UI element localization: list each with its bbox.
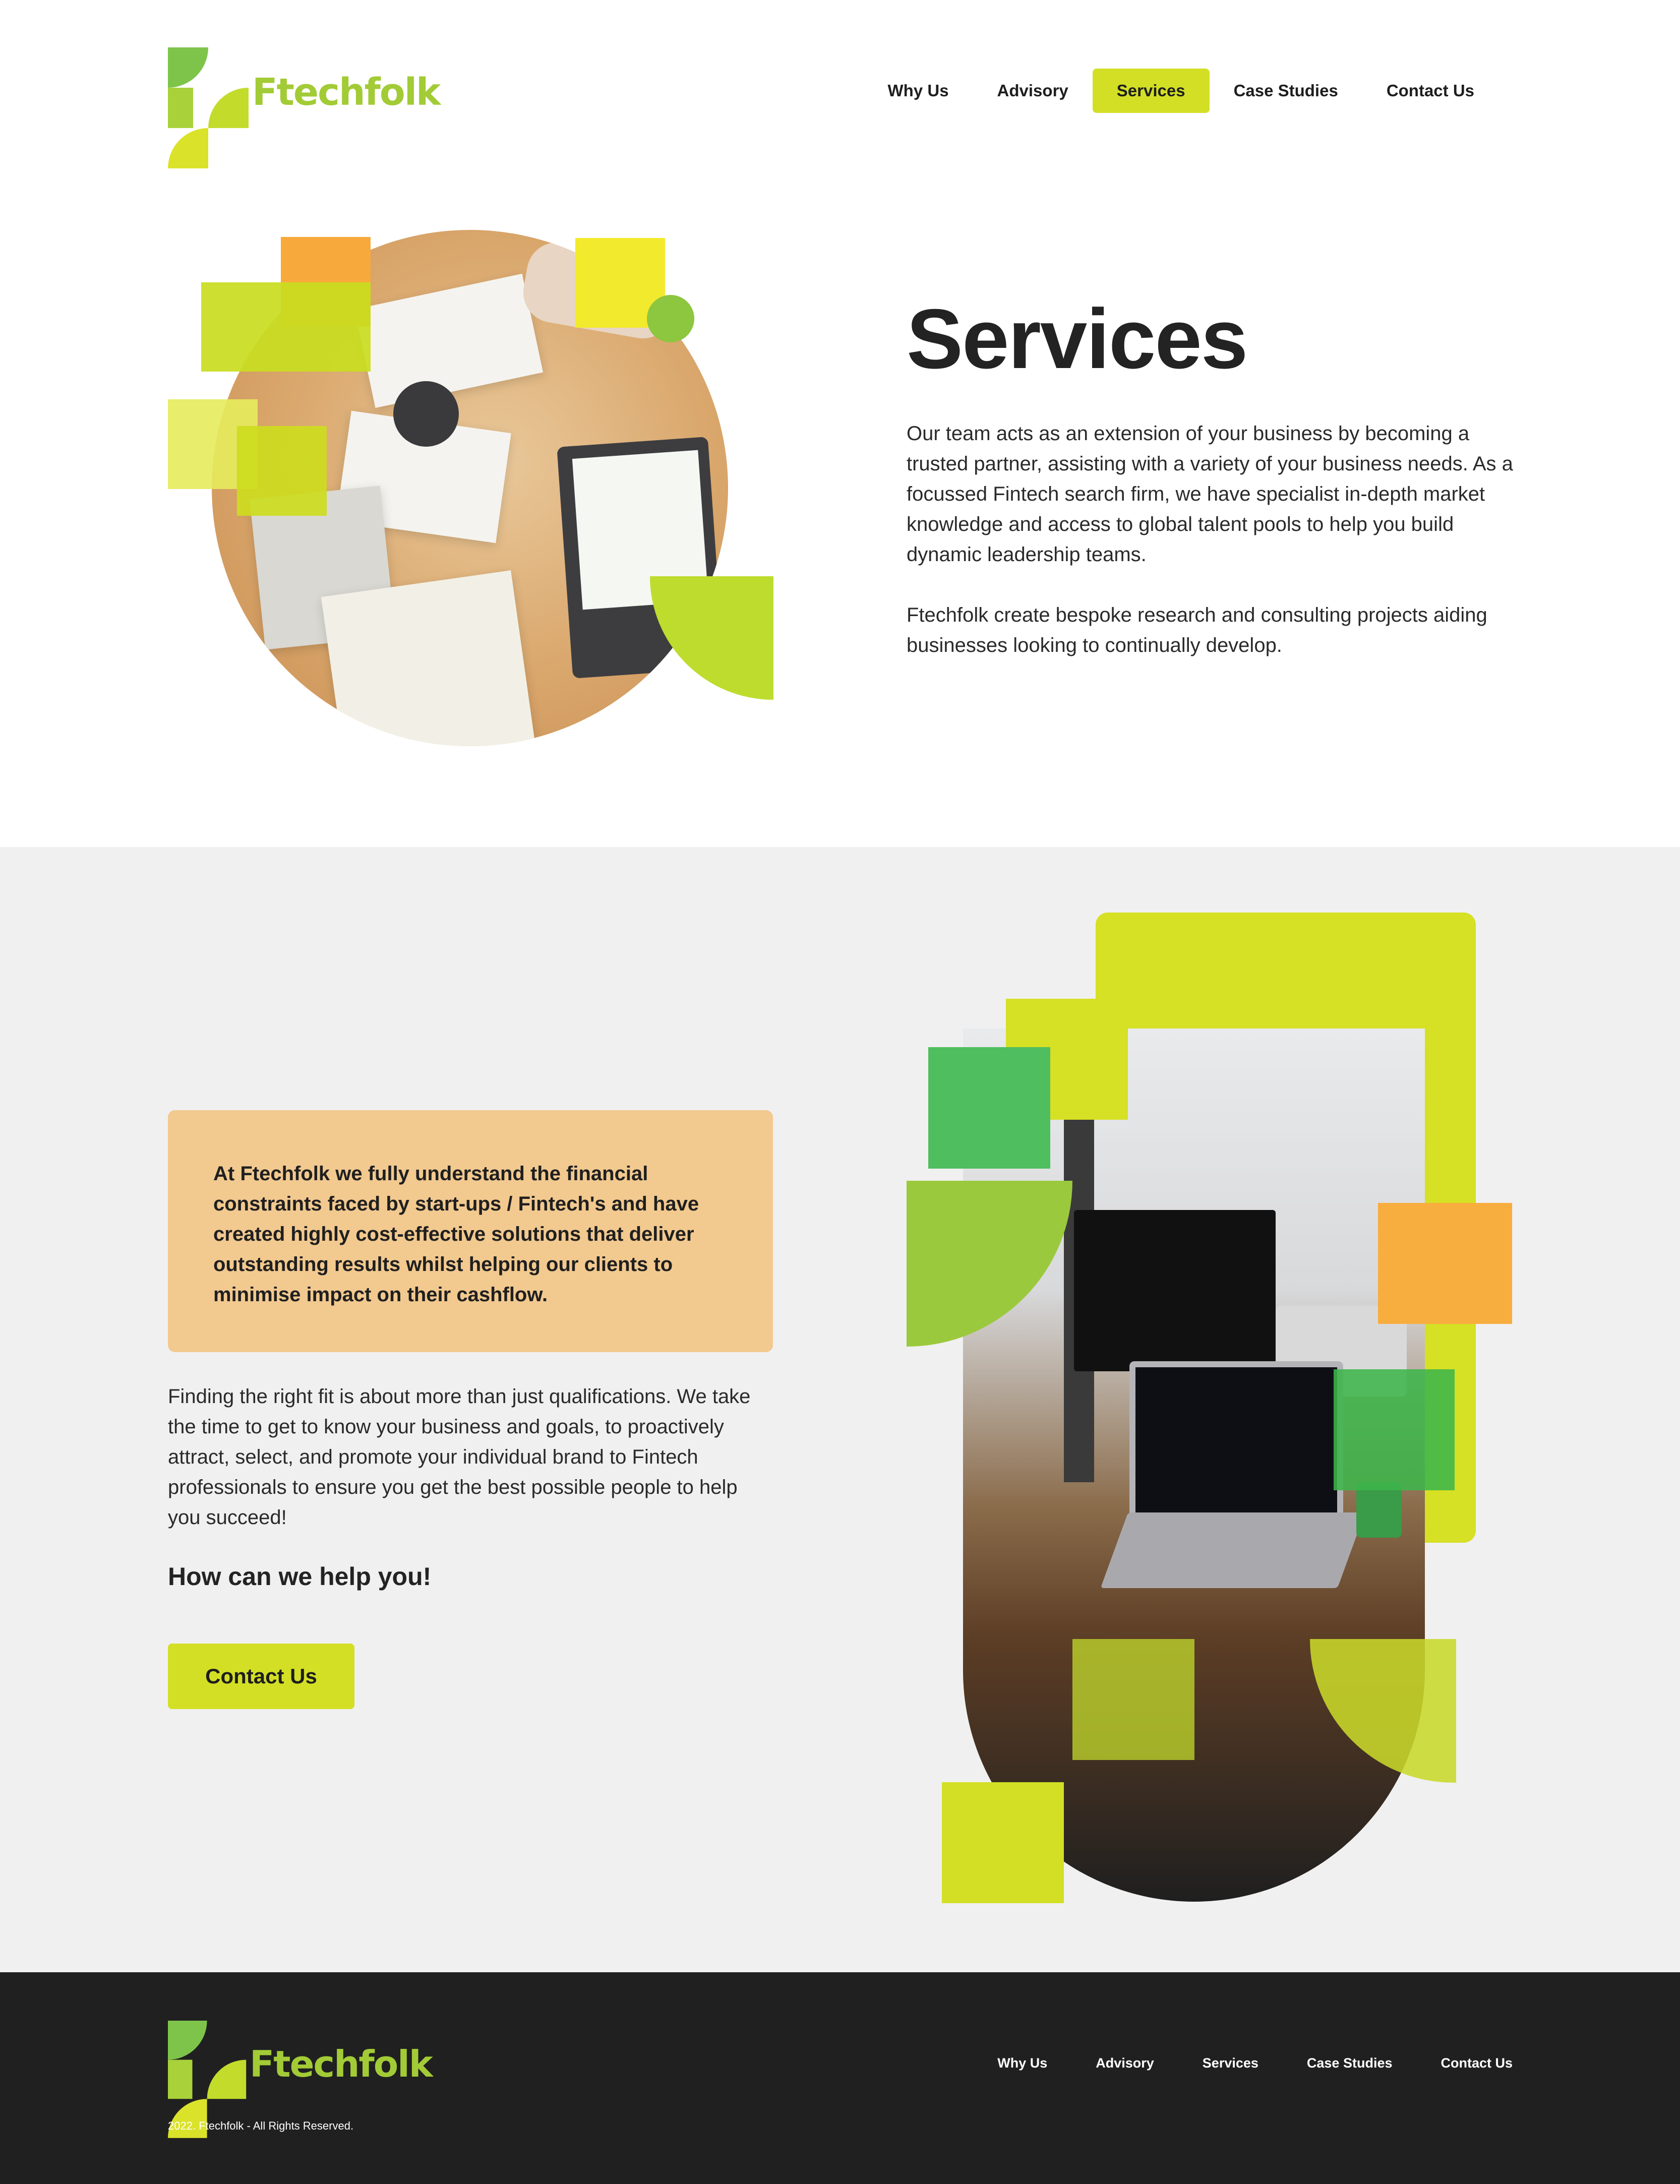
footer-nav-contact-us[interactable]: Contact Us (1416, 2050, 1513, 2076)
callout-text: At Ftechfolk we fully understand the fin… (213, 1163, 699, 1306)
footer-nav-advisory[interactable]: Advisory (1071, 2050, 1178, 2076)
nav-why-us[interactable]: Why Us (864, 69, 973, 113)
deco-square (1334, 1369, 1455, 1490)
footer-nav-case-studies[interactable]: Case Studies (1283, 2050, 1417, 2076)
footer-logo-wordmark: Ftechfolk (250, 2043, 433, 2085)
nav-services[interactable]: Services (1092, 69, 1210, 113)
middle-paragraph: Finding the right fit is about more than… (168, 1385, 751, 1529)
footer-nav-services[interactable]: Services (1178, 2050, 1283, 2076)
callout-box: At Ftechfolk we fully understand the fin… (168, 1110, 773, 1352)
nav-contact-us[interactable]: Contact Us (1362, 69, 1498, 113)
footer-nav: Why Us Advisory Services Case Studies Co… (973, 2050, 1513, 2076)
footer-nav-why-us[interactable]: Why Us (973, 2050, 1071, 2076)
copyright-text: 2022. Ftechfolk - All Rights Reserved. (168, 2119, 354, 2132)
logo-wordmark: Ftechfolk (252, 71, 441, 114)
deco-square (201, 282, 371, 372)
hero-paragraph-2: Ftechfolk create bespoke research and co… (907, 604, 1487, 656)
deco-square (1072, 1639, 1194, 1760)
help-heading: How can we help you! (168, 1562, 432, 1591)
deco-square (942, 1782, 1064, 1903)
deco-square (237, 426, 327, 516)
deco-square (928, 1047, 1050, 1169)
deco-square (1378, 1203, 1512, 1324)
main-nav: Why Us Advisory Services Case Studies Co… (864, 69, 1498, 113)
nav-advisory[interactable]: Advisory (973, 69, 1093, 113)
contact-us-button[interactable]: Contact Us (168, 1644, 354, 1709)
deco-circle (647, 295, 694, 342)
deco-quarter (650, 576, 773, 700)
hero-paragraph-1: Our team acts as an extension of your bu… (907, 422, 1513, 566)
page-title: Services (907, 291, 1248, 386)
nav-case-studies[interactable]: Case Studies (1210, 69, 1362, 113)
